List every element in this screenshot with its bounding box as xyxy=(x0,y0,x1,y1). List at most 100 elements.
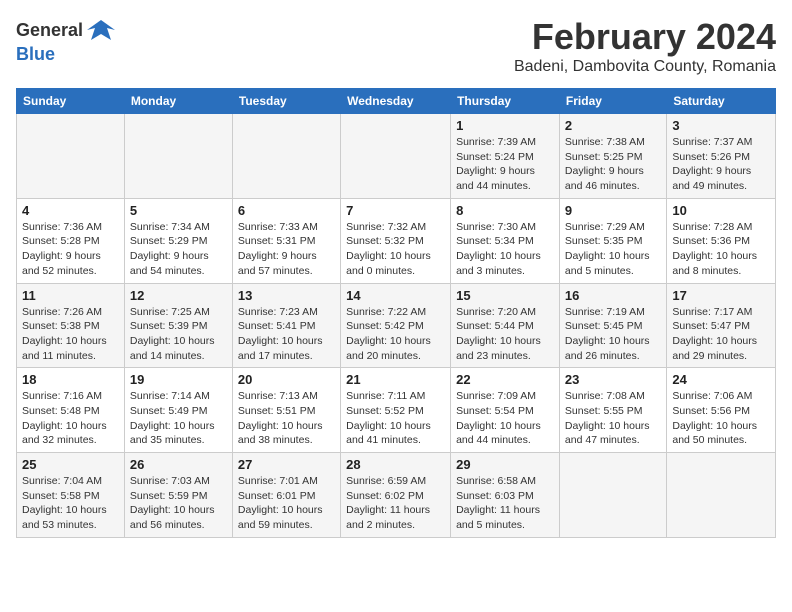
day-number: 27 xyxy=(238,457,335,472)
table-row xyxy=(232,114,340,199)
day-number: 10 xyxy=(672,203,770,218)
table-row: 21 Sunrise: 7:11 AMSunset: 5:52 PMDayligh… xyxy=(341,368,451,453)
day-number: 19 xyxy=(130,372,227,387)
day-info: Sunrise: 7:14 AMSunset: 5:49 PMDaylight:… xyxy=(130,389,227,448)
day-info: Sunrise: 7:33 AMSunset: 5:31 PMDaylight:… xyxy=(238,220,335,279)
day-info: Sunrise: 7:22 AMSunset: 5:42 PMDaylight:… xyxy=(346,305,445,364)
day-number: 16 xyxy=(565,288,661,303)
day-info: Sunrise: 7:39 AMSunset: 5:24 PMDaylight:… xyxy=(456,135,554,194)
calendar-week-row: 4 Sunrise: 7:36 AMSunset: 5:28 PMDaylight… xyxy=(17,198,776,283)
day-info: Sunrise: 7:37 AMSunset: 5:26 PMDaylight:… xyxy=(672,135,770,194)
table-row: 10 Sunrise: 7:28 AMSunset: 5:36 PMDayligh… xyxy=(667,198,776,283)
day-info: Sunrise: 7:16 AMSunset: 5:48 PMDaylight:… xyxy=(22,389,119,448)
table-row xyxy=(559,453,666,538)
day-info: Sunrise: 7:08 AMSunset: 5:55 PMDaylight:… xyxy=(565,389,661,448)
day-info: Sunrise: 7:01 AMSunset: 6:01 PMDaylight:… xyxy=(238,474,335,533)
table-row: 12 Sunrise: 7:25 AMSunset: 5:39 PMDayligh… xyxy=(124,283,232,368)
day-number: 9 xyxy=(565,203,661,218)
day-number: 5 xyxy=(130,203,227,218)
table-row: 4 Sunrise: 7:36 AMSunset: 5:28 PMDaylight… xyxy=(17,198,125,283)
table-row: 28Sunrise: 6:59 AMSunset: 6:02 PMDayligh… xyxy=(341,453,451,538)
table-row: 25 Sunrise: 7:04 AMSunset: 5:58 PMDayligh… xyxy=(17,453,125,538)
calendar-week-row: 11Sunrise: 7:26 AMSunset: 5:38 PMDayligh… xyxy=(17,283,776,368)
table-row xyxy=(17,114,125,199)
day-info: Sunrise: 7:17 AMSunset: 5:47 PMDaylight:… xyxy=(672,305,770,364)
day-info: Sunrise: 7:38 AMSunset: 5:25 PMDaylight:… xyxy=(565,135,661,194)
col-saturday: Saturday xyxy=(667,89,776,114)
table-row: 14 Sunrise: 7:22 AMSunset: 5:42 PMDayligh… xyxy=(341,283,451,368)
day-number: 13 xyxy=(238,288,335,303)
page-header: General Blue February 2024 Badeni, Dambo… xyxy=(16,16,776,76)
table-row: 23 Sunrise: 7:08 AMSunset: 5:55 PMDayligh… xyxy=(559,368,666,453)
table-row: 24 Sunrise: 7:06 AMSunset: 5:56 PMDayligh… xyxy=(667,368,776,453)
day-info: Sunrise: 7:09 AMSunset: 5:54 PMDaylight:… xyxy=(456,389,554,448)
col-monday: Monday xyxy=(124,89,232,114)
day-number: 3 xyxy=(672,118,770,133)
day-info: Sunrise: 7:20 AMSunset: 5:44 PMDaylight:… xyxy=(456,305,554,364)
col-friday: Friday xyxy=(559,89,666,114)
table-row: 27 Sunrise: 7:01 AMSunset: 6:01 PMDayligh… xyxy=(232,453,340,538)
day-number: 14 xyxy=(346,288,445,303)
table-row: 16Sunrise: 7:19 AMSunset: 5:45 PMDayligh… xyxy=(559,283,666,368)
day-number: 11 xyxy=(22,288,119,303)
col-wednesday: Wednesday xyxy=(341,89,451,114)
table-row: 20 Sunrise: 7:13 AMSunset: 5:51 PMDayligh… xyxy=(232,368,340,453)
day-number: 1 xyxy=(456,118,554,133)
day-info: Sunrise: 7:34 AMSunset: 5:29 PMDaylight:… xyxy=(130,220,227,279)
col-thursday: Thursday xyxy=(451,89,560,114)
table-row: 22 Sunrise: 7:09 AMSunset: 5:54 PMDayligh… xyxy=(451,368,560,453)
page-title: February 2024 xyxy=(514,16,776,58)
col-tuesday: Tuesday xyxy=(232,89,340,114)
table-row: 26 Sunrise: 7:03 AMSunset: 5:59 PMDayligh… xyxy=(124,453,232,538)
page-subtitle: Badeni, Dambovita County, Romania xyxy=(514,58,776,76)
day-info: Sunrise: 7:03 AMSunset: 5:59 PMDaylight:… xyxy=(130,474,227,533)
table-row: 5 Sunrise: 7:34 AMSunset: 5:29 PMDaylight… xyxy=(124,198,232,283)
day-number: 21 xyxy=(346,372,445,387)
day-number: 23 xyxy=(565,372,661,387)
table-row: 18Sunrise: 7:16 AMSunset: 5:48 PMDayligh… xyxy=(17,368,125,453)
calendar-week-row: 25 Sunrise: 7:04 AMSunset: 5:58 PMDayligh… xyxy=(17,453,776,538)
day-number: 24 xyxy=(672,372,770,387)
calendar-week-row: 18Sunrise: 7:16 AMSunset: 5:48 PMDayligh… xyxy=(17,368,776,453)
day-info: Sunrise: 7:28 AMSunset: 5:36 PMDaylight:… xyxy=(672,220,770,279)
day-info: Sunrise: 7:06 AMSunset: 5:56 PMDaylight:… xyxy=(672,389,770,448)
table-row: 19 Sunrise: 7:14 AMSunset: 5:49 PMDayligh… xyxy=(124,368,232,453)
day-number: 8 xyxy=(456,203,554,218)
day-number: 17 xyxy=(672,288,770,303)
table-row: 17 Sunrise: 7:17 AMSunset: 5:47 PMDayligh… xyxy=(667,283,776,368)
table-row xyxy=(341,114,451,199)
day-number: 2 xyxy=(565,118,661,133)
calendar-week-row: 1 Sunrise: 7:39 AMSunset: 5:24 PMDaylight… xyxy=(17,114,776,199)
day-number: 28 xyxy=(346,457,445,472)
day-number: 20 xyxy=(238,372,335,387)
table-row: 9 Sunrise: 7:29 AMSunset: 5:35 PMDaylight… xyxy=(559,198,666,283)
day-info: Sunrise: 7:29 AMSunset: 5:35 PMDaylight:… xyxy=(565,220,661,279)
day-number: 26 xyxy=(130,457,227,472)
day-number: 6 xyxy=(238,203,335,218)
day-number: 7 xyxy=(346,203,445,218)
day-info: Sunrise: 7:25 AMSunset: 5:39 PMDaylight:… xyxy=(130,305,227,364)
col-sunday: Sunday xyxy=(17,89,125,114)
day-info: Sunrise: 7:36 AMSunset: 5:28 PMDaylight:… xyxy=(22,220,119,279)
day-number: 12 xyxy=(130,288,227,303)
day-info: Sunrise: 7:04 AMSunset: 5:58 PMDaylight:… xyxy=(22,474,119,533)
table-row: 2 Sunrise: 7:38 AMSunset: 5:25 PMDaylight… xyxy=(559,114,666,199)
day-info: Sunrise: 7:30 AMSunset: 5:34 PMDaylight:… xyxy=(456,220,554,279)
logo-bird-icon xyxy=(87,16,115,44)
calendar-table: Sunday Monday Tuesday Wednesday Thursday… xyxy=(16,88,776,538)
day-number: 22 xyxy=(456,372,554,387)
day-number: 29 xyxy=(456,457,554,472)
table-row: 7Sunrise: 7:32 AMSunset: 5:32 PMDaylight… xyxy=(341,198,451,283)
day-info: Sunrise: 7:11 AMSunset: 5:52 PMDaylight:… xyxy=(346,389,445,448)
table-row: 1 Sunrise: 7:39 AMSunset: 5:24 PMDaylight… xyxy=(451,114,560,199)
calendar-header-row: Sunday Monday Tuesday Wednesday Thursday… xyxy=(17,89,776,114)
logo-general-text: General xyxy=(16,20,83,41)
day-number: 15 xyxy=(456,288,554,303)
table-row: 11Sunrise: 7:26 AMSunset: 5:38 PMDayligh… xyxy=(17,283,125,368)
table-row: 13Sunrise: 7:23 AMSunset: 5:41 PMDayligh… xyxy=(232,283,340,368)
table-row xyxy=(667,453,776,538)
day-number: 4 xyxy=(22,203,119,218)
day-info: Sunrise: 7:13 AMSunset: 5:51 PMDaylight:… xyxy=(238,389,335,448)
table-row: 6 Sunrise: 7:33 AMSunset: 5:31 PMDaylight… xyxy=(232,198,340,283)
day-number: 25 xyxy=(22,457,119,472)
